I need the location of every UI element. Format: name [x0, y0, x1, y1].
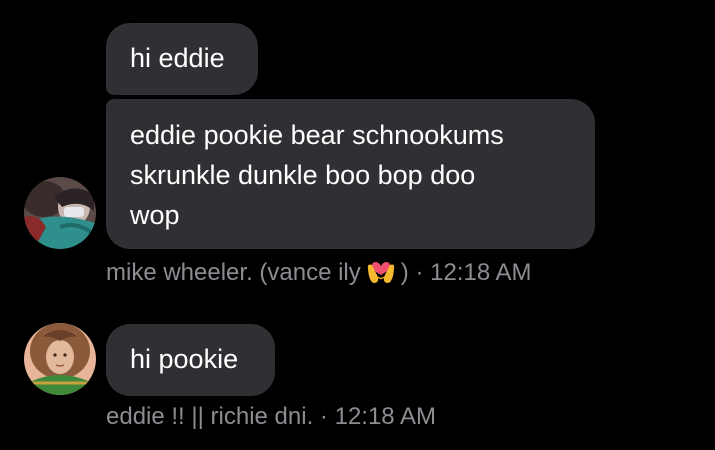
avatar-photo-icon: [24, 177, 96, 249]
author-name-suffix: ): [400, 259, 409, 286]
heart-hands-emoji-icon: [365, 257, 397, 285]
message-text: hi pookie: [130, 344, 239, 374]
message-timestamp: 12:18 AM: [334, 403, 436, 430]
user-avatar-eddie[interactable]: [24, 323, 96, 395]
message-text: eddie pookie bear schnookums skrunkle du…: [130, 120, 504, 230]
message-bubble[interactable]: hi eddie: [106, 23, 258, 95]
meta-separator: ·: [415, 259, 424, 286]
message-meta: mike wheeler. (vance ily) · 12:18 AM: [106, 257, 532, 288]
meta-separator: ·: [319, 403, 328, 430]
avatar-photo-icon: [24, 323, 96, 395]
message-text: hi eddie: [130, 43, 225, 73]
user-avatar-mike[interactable]: [24, 177, 96, 249]
message-bubble[interactable]: hi pookie: [106, 324, 275, 396]
author-name[interactable]: eddie !! || richie dni.: [106, 403, 313, 430]
message-meta: eddie !! || richie dni. · 12:18 AM: [106, 402, 436, 432]
author-name[interactable]: mike wheeler. (vance ily: [106, 259, 361, 286]
message-timestamp: 12:18 AM: [430, 259, 532, 286]
message-bubble[interactable]: eddie pookie bear schnookums skrunkle du…: [106, 99, 595, 249]
chat-thread: hi eddie eddie pookie bear schnookums sk…: [0, 0, 715, 450]
